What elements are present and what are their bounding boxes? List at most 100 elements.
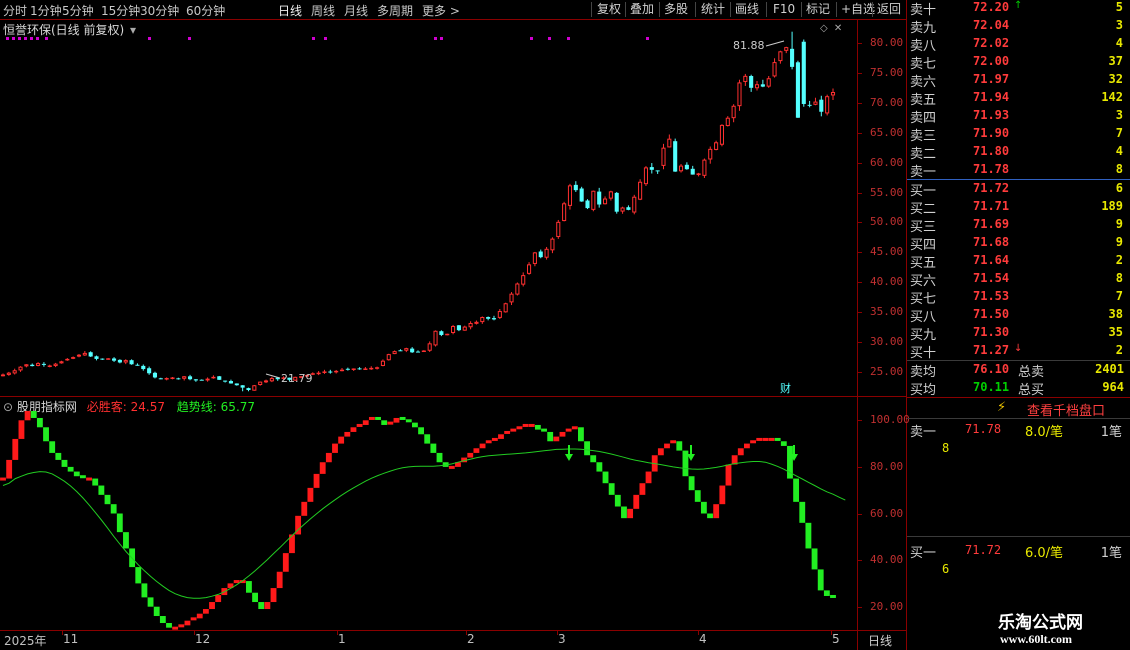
ask-row[interactable]: 卖一 71.78 8 [907, 161, 1129, 180]
order-level-label: 买三 [910, 220, 937, 235]
order-level-volume: 9 [1115, 235, 1123, 249]
candle-body [316, 372, 321, 375]
candlestick-chart[interactable]: 81.88 21.79 财 [0, 20, 857, 396]
bid-row[interactable]: 买六 71.54 8 [907, 270, 1129, 289]
ask-row[interactable]: 卖九 72.04 3 [907, 17, 1129, 36]
indicator-step [153, 606, 160, 617]
indicator-step [676, 441, 683, 451]
bid-row[interactable]: 买二 71.71 189 [907, 198, 1129, 217]
period-tab-5min[interactable]: 5分钟 [62, 2, 94, 19]
order-level-label: 卖五 [910, 93, 937, 108]
order-level-price: 71.69 [973, 217, 1010, 231]
toolbar-separator [659, 2, 660, 17]
bid-row[interactable]: 买七 71.53 7 [907, 288, 1129, 307]
candles [0, 31, 836, 392]
candle-body [217, 376, 222, 380]
price-tick-label: 45.00 [870, 245, 904, 259]
candle-body [486, 317, 491, 319]
fuquan-button[interactable]: 复权 [594, 0, 624, 18]
indicator-step [541, 428, 547, 432]
indicator-step [528, 423, 535, 427]
indicator-step [737, 448, 744, 456]
order-level-label: 买十 [910, 346, 937, 361]
indicator-step [135, 567, 142, 584]
period-tab-timeshare[interactable]: 分时 [3, 2, 27, 19]
indicator-step [368, 416, 375, 420]
period-tab-60min[interactable]: 60分钟 [186, 2, 225, 19]
toolbar-separator [872, 2, 873, 17]
draw-line-button[interactable]: 画线 [732, 0, 762, 18]
indicator-chart[interactable] [0, 397, 857, 630]
indicator-step [387, 421, 394, 425]
price-tick-label: 55.00 [870, 185, 904, 199]
ask-row[interactable]: 卖八 72.02 4 [907, 35, 1129, 54]
price-tick [857, 132, 862, 134]
view-thousand-depth-link[interactable]: 查看千档盘口 [1027, 400, 1105, 419]
high-annotation: 81.88 [733, 39, 785, 52]
ask-row[interactable]: 卖十 72.20 5 ↑ [907, 0, 1129, 18]
candle-body [451, 325, 456, 334]
ask-row[interactable]: 卖七 72.00 37 [907, 53, 1129, 72]
candle-body [521, 275, 526, 285]
candle-body [602, 198, 608, 205]
period-tab-multi[interactable]: 多周期 [377, 2, 413, 19]
period-tab-30min[interactable]: 30分钟 [140, 2, 179, 19]
multi-stock-button[interactable]: 多股 [661, 0, 691, 18]
bid-row[interactable]: 买八 71.50 38 [907, 306, 1129, 325]
indicator-step [92, 478, 99, 486]
indicator-step [467, 452, 474, 458]
candle-body [152, 372, 158, 378]
candle-body [129, 360, 134, 365]
candle-body [369, 367, 374, 370]
order-level-label: 卖七 [910, 57, 937, 72]
candle-body [404, 348, 409, 351]
toolbar-separator [801, 2, 802, 17]
indicator-step [375, 416, 381, 420]
indicator-step [24, 410, 31, 421]
bid-row[interactable]: 买九 71.30 35 [907, 324, 1129, 343]
bid-row[interactable]: 买一 71.72 6 [907, 180, 1129, 199]
back-button[interactable]: 返回 [874, 0, 904, 18]
order-level-price: 71.30 [973, 325, 1010, 339]
indicator-step [104, 494, 111, 505]
f10-button[interactable]: F10 [770, 0, 798, 18]
indicator-step [485, 440, 492, 444]
period-tab-weekly[interactable]: 周线 [311, 2, 335, 19]
mark-button[interactable]: 标记 [803, 0, 833, 18]
indicator-step [578, 427, 584, 442]
bid-row[interactable]: 买十 71.27 2 ↓ [907, 342, 1129, 361]
indicator-step [621, 506, 627, 519]
ask-row[interactable]: 卖二 71.80 4 [907, 143, 1129, 162]
indicator-tick-label: 100.00 [870, 413, 910, 427]
period-tab-1min[interactable]: 1分钟 [30, 2, 62, 19]
period-tab-more[interactable]: 更多 > [422, 2, 460, 19]
bid-row[interactable]: 买三 71.69 9 [907, 216, 1129, 235]
bid-row[interactable]: 买五 71.64 2 [907, 252, 1129, 271]
high-price-label: 81.88 [733, 39, 765, 52]
overlay-button[interactable]: 叠加 [627, 0, 657, 18]
period-switch-button[interactable]: 日线 [868, 632, 892, 649]
ask-row[interactable]: 卖四 71.93 3 [907, 107, 1129, 126]
indicator-step [608, 483, 615, 495]
order-level-volume: 9 [1115, 217, 1123, 231]
price-tick-label: 75.00 [870, 65, 904, 79]
candle-body [708, 148, 713, 160]
indicator-step [319, 462, 326, 474]
ask-row[interactable]: 卖三 71.90 7 [907, 125, 1129, 144]
ask-row[interactable]: 卖六 71.97 32 [907, 71, 1129, 90]
candle-body [6, 372, 11, 375]
depth-divider [907, 536, 1130, 537]
period-tab-monthly[interactable]: 月线 [344, 2, 368, 19]
indicator-step [744, 443, 750, 449]
indicator-step [559, 431, 566, 437]
order-level-price: 71.53 [973, 289, 1010, 303]
candle-body [591, 190, 596, 210]
indicator-step [768, 437, 775, 441]
ask-row[interactable]: 卖五 71.94 142 [907, 89, 1129, 108]
period-tab-15min[interactable]: 15分钟 [101, 2, 140, 19]
date-label-month: 4 [699, 632, 707, 646]
bid-row[interactable]: 买四 71.68 9 [907, 234, 1129, 253]
statistics-button[interactable]: 统计 [698, 0, 728, 18]
period-tab-daily[interactable]: 日线 [278, 2, 302, 19]
candle-body [819, 99, 824, 112]
